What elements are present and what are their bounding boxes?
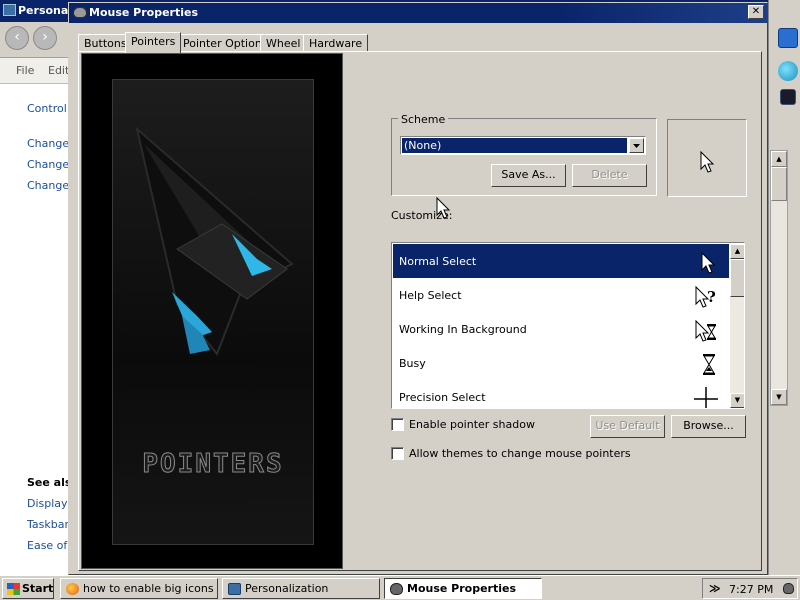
start-label: Start: [22, 582, 54, 595]
tab-hardware[interactable]: Hardware: [303, 34, 369, 52]
ease-of-access-link[interactable]: Ease of: [27, 539, 67, 552]
background-scrollbar[interactable]: ▲ ▼: [770, 150, 788, 406]
list-item[interactable]: Working In Background: [393, 312, 729, 346]
browse-button[interactable]: Browse...: [671, 415, 746, 438]
enable-shadow-checkbox[interactable]: [391, 418, 404, 431]
personalization-icon: [228, 583, 241, 595]
dialog-titlebar[interactable]: Mouse Properties ✕: [69, 3, 767, 23]
tab-wheel[interactable]: Wheel: [260, 34, 307, 52]
list-item-label: Busy: [399, 357, 426, 370]
list-scroll-down-button[interactable]: ▼: [730, 393, 744, 408]
arrow-cursor-icon: [701, 251, 716, 274]
tray-mouse-icon[interactable]: [783, 583, 794, 594]
search-icon[interactable]: [778, 28, 798, 48]
personalization-title: Persona: [18, 4, 69, 17]
task-label: how to enable big icons ...: [83, 582, 218, 595]
display-link[interactable]: Display: [27, 497, 68, 510]
crosshair-cursor-icon: [694, 387, 718, 408]
list-item[interactable]: Normal Select: [393, 244, 729, 278]
see-also-heading: See als: [27, 476, 72, 489]
tray-chevron-icon[interactable]: ≫: [709, 582, 721, 595]
firefox-icon: [66, 583, 79, 595]
list-item-label: Normal Select: [399, 255, 477, 268]
taskbar: Start how to enable big icons ... Person…: [0, 575, 800, 600]
task-firefox[interactable]: how to enable big icons ...: [60, 578, 218, 599]
dropdown-arrow-icon[interactable]: [629, 138, 644, 153]
back-button[interactable]: ‹: [5, 26, 29, 50]
scheme-dropdown[interactable]: (None): [400, 136, 646, 155]
banner-title: POINTERS: [142, 449, 284, 480]
scheme-selected-value: (None): [402, 138, 627, 153]
working-cursor-icon: [695, 319, 716, 342]
task-personalization[interactable]: Personalization: [222, 578, 380, 599]
task-mouse-properties[interactable]: Mouse Properties: [384, 578, 542, 599]
clock[interactable]: 7:27 PM: [729, 583, 773, 596]
system-tray: ≫ 7:27 PM: [702, 578, 798, 599]
list-item-label: Working In Background: [399, 323, 527, 336]
screensaver-icon[interactable]: [780, 89, 796, 105]
dialog-title: Mouse Properties: [89, 6, 199, 19]
list-scroll-up-button[interactable]: ▲: [730, 244, 744, 259]
list-scroll-thumb[interactable]: [730, 259, 744, 297]
scroll-thumb[interactable]: [771, 167, 787, 201]
menu-bar: File Edit: [0, 58, 69, 84]
menu-edit[interactable]: Edit: [48, 64, 69, 77]
use-default-button[interactable]: Use Default: [590, 415, 665, 438]
menu-file[interactable]: File: [16, 64, 34, 77]
help-cursor-icon: ?: [695, 285, 716, 308]
delete-button[interactable]: Delete: [572, 164, 647, 187]
mouse-properties-dialog: Mouse Properties ✕ Buttons Pointers Poin…: [68, 2, 768, 575]
list-item-label: Precision Select: [399, 391, 486, 404]
list-item[interactable]: Precision Select: [393, 380, 729, 408]
list-item[interactable]: Busy: [393, 346, 729, 380]
close-button[interactable]: ✕: [748, 5, 764, 19]
tab-pointers[interactable]: Pointers: [125, 32, 182, 53]
start-button[interactable]: Start: [2, 578, 54, 599]
windows-logo-icon: [7, 583, 20, 595]
enable-shadow-label[interactable]: Enable pointer shadow: [409, 418, 535, 431]
list-scrollbar[interactable]: ▲ ▼: [730, 244, 744, 408]
allow-themes-label[interactable]: Allow themes to change mouse pointers: [409, 447, 631, 460]
scroll-down-button[interactable]: ▼: [771, 389, 787, 405]
globe-icon[interactable]: [778, 61, 798, 81]
banner-cursor-art-icon: [135, 126, 294, 356]
svg-text:?: ?: [707, 288, 716, 306]
scheme-label: Scheme: [398, 113, 449, 126]
forward-button[interactable]: ›: [33, 26, 57, 50]
scroll-up-button[interactable]: ▲: [771, 151, 787, 167]
mouse-pointer-icon: [436, 196, 451, 219]
preview-arrow-icon: [700, 150, 715, 173]
control-panel-home-link[interactable]: Control: [27, 102, 67, 115]
task-label: Personalization: [245, 582, 329, 595]
personalization-icon: [3, 4, 16, 16]
change-link-1[interactable]: Change: [27, 137, 69, 150]
save-as-button[interactable]: Save As...: [491, 164, 566, 187]
task-label: Mouse Properties: [407, 582, 517, 595]
list-item[interactable]: Help Select ?: [393, 278, 729, 312]
pointers-banner: POINTERS: [81, 53, 343, 569]
hourglass-cursor-icon: [703, 354, 715, 375]
mouse-icon: [73, 7, 87, 18]
cursor-list[interactable]: Normal Select Help Select ? Working In B…: [391, 242, 745, 409]
change-link-2[interactable]: Change: [27, 158, 69, 171]
cursor-preview: [667, 119, 747, 197]
taskbar-link[interactable]: Taskbar: [27, 518, 69, 531]
list-item-label: Help Select: [399, 289, 462, 302]
allow-themes-checkbox[interactable]: [391, 447, 404, 460]
nav-bar: ‹ ›: [0, 22, 68, 58]
mouse-icon: [390, 583, 403, 595]
change-link-3[interactable]: Change: [27, 179, 69, 192]
